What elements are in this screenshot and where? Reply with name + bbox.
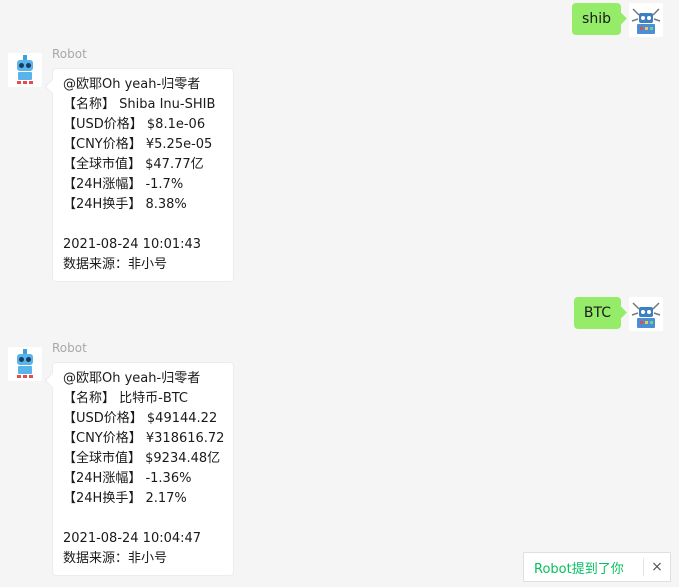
message-line: 【CNY价格】 ¥318616.72 [63,431,225,446]
sender-name: Robot [52,47,87,61]
outgoing-message-text: BTC [583,305,611,321]
message-line: 【全球市值】 $9234.48亿 [63,451,221,466]
robot-avatar-icon [8,347,42,381]
robot-avatar[interactable] [8,347,42,381]
message-line: 【24H换手】 2.17% [63,491,187,506]
message-line: 【全球市值】 $47.77亿 [63,157,204,172]
message-timestamp: 2021-08-24 10:01:43 [63,237,202,252]
robot-user-avatar-icon [629,297,663,331]
message-line: 【名称】 Shiba Inu-SHIB [63,97,216,112]
message-line [63,215,223,235]
robot-avatar[interactable] [8,53,42,87]
message-source: 数据来源：非小号 [63,257,168,272]
incoming-message-bubble[interactable]: @欧耶Oh yeah-归零者 【名称】 Shiba Inu-SHIB 【USD价… [52,68,234,282]
close-icon[interactable]: × [644,559,670,575]
sender-name: Robot [52,341,87,355]
self-avatar[interactable] [629,3,663,37]
message-line: 【名称】 比特币-BTC [63,391,188,406]
incoming-message-bubble[interactable]: @欧耶Oh yeah-归零者 【名称】 比特币-BTC 【USD价格】 $491… [52,362,234,576]
message-timestamp: 2021-08-24 10:04:47 [63,531,202,546]
message-source: 数据来源：非小号 [63,551,168,566]
message-line: 【USD价格】 $8.1e-06 [63,117,206,132]
message-line: 【24H涨幅】 -1.7% [63,177,184,192]
mention-notification[interactable]: Robot提到了你 × [523,552,671,582]
outgoing-message-text: shib [582,11,611,27]
message-line: 【USD价格】 $49144.22 [63,411,218,426]
outgoing-message-bubble[interactable]: shib [572,3,621,35]
message-line: @欧耶Oh yeah-归零者 [63,371,201,386]
robot-avatar-icon [8,53,42,87]
self-avatar[interactable] [629,297,663,331]
message-line: 【24H涨幅】 -1.36% [63,471,192,486]
message-line: 【24H换手】 8.38% [63,197,187,212]
robot-user-avatar-icon [629,3,663,37]
message-line: @欧耶Oh yeah-归零者 [63,77,201,92]
outgoing-message-bubble[interactable]: BTC [573,297,621,329]
message-line [63,509,223,529]
mention-notification-text[interactable]: Robot提到了你 [524,558,643,577]
message-line: 【CNY价格】 ¥5.25e-05 [63,137,213,152]
